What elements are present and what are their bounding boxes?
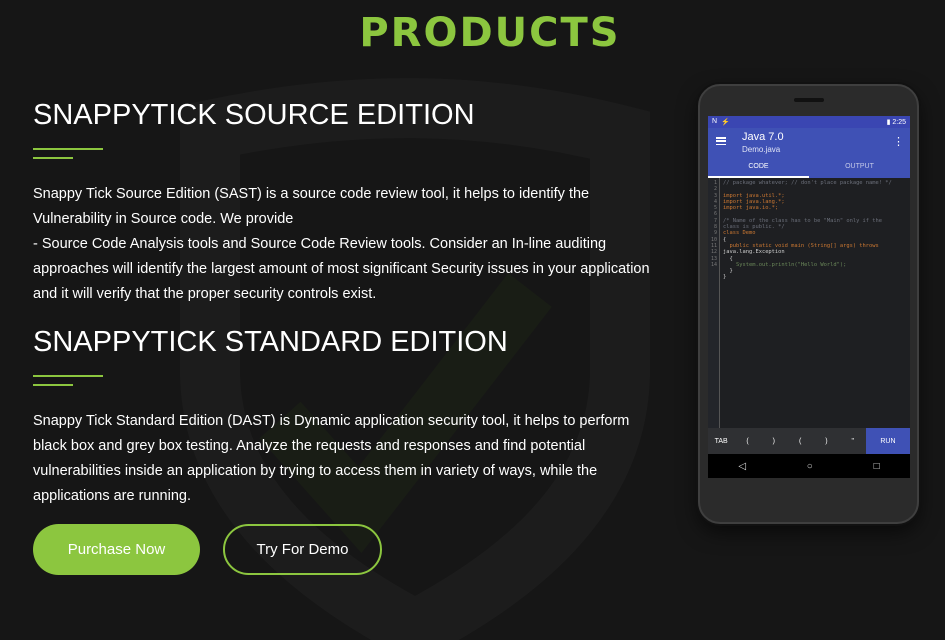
editor-key-bar: TAB ( ) ( ) " RUN [708,428,910,454]
standard-edition-section: SNAPPYTICK STANDARD EDITION Snappy Tick … [33,323,673,509]
purchase-now-button[interactable]: Purchase Now [33,524,200,575]
code-line: // package whatever; // don't place pack… [723,180,892,186]
key-tab[interactable]: TAB [708,438,734,445]
home-icon[interactable]: ○ [807,461,813,472]
standard-edition-heading: SNAPPYTICK STANDARD EDITION [33,326,508,358]
back-icon[interactable]: ◁ [738,461,746,472]
line-numbers: 1 2 3 4 5 6 7 8 9 10 11 12 13 14 [708,178,720,428]
status-time: ▮ 2:25 [886,119,906,126]
app-title: Java 7.0 [742,131,784,143]
tab-output[interactable]: OUTPUT [809,158,910,178]
key-close-paren-2[interactable]: ) [813,438,839,445]
code-editor[interactable]: 1 2 3 4 5 6 7 8 9 10 11 12 13 14 // pack… [708,178,910,428]
key-open-paren-2[interactable]: ( [787,438,813,445]
standard-edition-divider [33,375,673,391]
source-edition-section: SNAPPYTICK SOURCE EDITION Snappy Tick So… [33,96,673,307]
key-close-paren[interactable]: ) [761,438,787,445]
standard-edition-description: Snappy Tick Standard Edition (DAST) is D… [33,413,630,504]
try-for-demo-button[interactable]: Try For Demo [223,524,382,575]
source-edition-heading: SNAPPYTICK SOURCE EDITION [33,99,475,131]
source-edition-divider [33,148,673,164]
run-button[interactable]: RUN [865,428,910,454]
code-text[interactable]: // package whatever; // don't place pack… [720,178,910,428]
phone-screen: N ⚡ ▮ 2:25 Java 7.0 Demo.java ⋮ CODE OUT… [708,116,910,478]
notification-icon: N [712,118,718,125]
phone-speaker [794,98,824,102]
key-quote[interactable]: " [840,438,866,445]
hamburger-menu-icon[interactable] [716,137,726,145]
more-options-icon[interactable]: ⋮ [893,135,904,148]
phone-status-bar: N ⚡ ▮ 2:25 [708,116,910,128]
flash-icon: ⚡ [721,119,730,126]
source-edition-description: Snappy Tick Source Edition (SAST) is a s… [33,186,650,302]
key-open-paren[interactable]: ( [734,438,760,445]
code-line: } [723,274,727,281]
phone-mockup: N ⚡ ▮ 2:25 Java 7.0 Demo.java ⋮ CODE OUT… [698,84,919,524]
page-title: PRODUCTS [359,10,621,56]
app-file-name: Demo.java [742,145,781,154]
tab-code[interactable]: CODE [708,158,809,178]
android-nav-bar: ◁ ○ □ [708,454,910,478]
app-tabs: CODE OUTPUT [708,158,910,178]
recents-icon[interactable]: □ [874,461,880,472]
app-bar: Java 7.0 Demo.java ⋮ [708,128,910,158]
